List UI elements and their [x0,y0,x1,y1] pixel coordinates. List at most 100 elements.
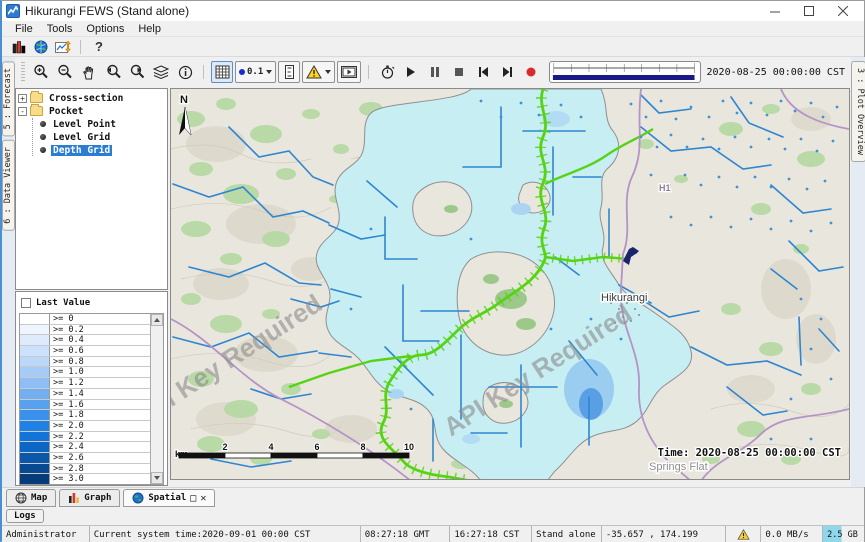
play-button[interactable] [400,61,422,83]
legend-row[interactable]: >= 3.0 [20,474,150,484]
status-user: Administrator [2,526,90,542]
timer-icon[interactable] [376,61,398,83]
minimize-button[interactable] [758,2,792,20]
legend-row[interactable]: >= 2.6 [20,453,150,464]
tree-item-level-grid[interactable]: Level Grid [37,131,165,143]
record-button[interactable] [520,61,542,83]
tree-item-cross-section[interactable]: + Cross-section [18,92,165,104]
collapse-icon[interactable]: - [18,107,27,116]
bar-chart-icon [68,492,80,504]
legend-row[interactable]: >= 0.6 [20,346,150,357]
legend-color-swatch [20,346,50,356]
legend-row[interactable]: >= 1.6 [20,400,150,411]
tree-item-level-point[interactable]: Level Point [37,118,165,130]
status-mode: Stand alone [532,526,602,542]
tab-map[interactable]: Map [6,489,56,507]
logs-button[interactable]: Logs [6,509,44,523]
close-button[interactable] [826,2,860,20]
tree-item-label[interactable]: Cross-section [47,93,125,104]
legend-color-swatch [20,357,50,367]
legend-row[interactable]: >= 1.8 [20,410,150,421]
zoom-next-icon[interactable] [126,61,148,83]
tab-close-icon[interactable]: ✕ [200,493,206,504]
tree-item-pocket[interactable]: - Pocket [18,105,165,117]
legend-color-swatch [20,378,50,388]
legend-label: >= 1.4 [50,389,87,399]
legend-row[interactable]: >= 0.4 [20,335,150,346]
database-icon[interactable] [8,38,30,56]
svg-text:8: 8 [360,442,365,452]
scroll-up-icon[interactable] [151,314,163,326]
menu-options[interactable]: Options [79,23,131,35]
grid-layer-button[interactable] [211,61,233,83]
legend-row[interactable]: >= 2.2 [20,432,150,443]
tab-spatial[interactable]: Spatial □ ✕ [123,489,215,507]
legend-row[interactable]: >= 0 [20,314,150,325]
tab-spatial-label: Spatial [148,493,186,503]
legend-scrollbar[interactable] [150,314,163,484]
pause-button[interactable] [424,61,446,83]
maximize-button[interactable] [792,2,826,20]
help-button[interactable]: ? [87,39,111,54]
timeseries-chart-icon[interactable] [52,38,74,56]
road-label: H1 [659,183,671,193]
step-forward-button[interactable] [496,61,518,83]
legend-label: >= 0.8 [50,357,87,367]
legend-label: >= 0.6 [50,346,87,356]
folder-icon [30,106,43,116]
menu-help[interactable]: Help [131,23,168,35]
elevation-scale-button[interactable] [278,61,300,83]
tree-item-depth-grid[interactable]: Depth Grid [37,144,165,156]
wire-globe-icon [15,492,27,504]
last-value-label: Last Value [36,298,90,308]
tree-item-label[interactable]: Level Point [51,119,118,130]
menu-tools[interactable]: Tools [40,23,80,35]
tab-graph[interactable]: Graph [59,489,120,507]
chevron-down-icon [266,70,272,74]
legend-row[interactable]: >= 1.4 [20,389,150,400]
legend-table: >= 0 >= 0.2 >= 0.4 >= 0.6 >= 0.8 >= 1.0 … [19,313,164,485]
tab-float-icon[interactable]: □ [190,493,196,504]
legend-row[interactable]: >= 0.2 [20,325,150,336]
legend-label: >= 2.8 [50,464,87,474]
legend-row[interactable]: >= 2.8 [20,464,150,475]
right-tab-strip: 3 : Plot Overview [851,57,865,487]
last-value-checkbox[interactable] [21,298,31,308]
status-bar: Administrator Current system time:2020-0… [2,525,864,542]
zoom-previous-icon[interactable] [102,61,124,83]
pan-hand-icon[interactable] [78,61,100,83]
info-icon[interactable] [174,61,196,83]
toolbar-grip[interactable] [21,62,25,82]
tree-item-label-selected[interactable]: Depth Grid [51,145,112,156]
menu-bar: File Tools Options Help [2,21,864,37]
time-slider[interactable] [549,61,700,83]
zoom-in-icon[interactable] [30,61,52,83]
legend-row[interactable]: >= 0.8 [20,357,150,368]
warning-layer-dropdown[interactable] [302,61,335,83]
tab-data-viewer[interactable]: 6 : Data Viewer [2,140,15,231]
tab-plot-overview[interactable]: 3 : Plot Overview [851,61,865,162]
tree-item-label[interactable]: Level Grid [51,132,112,143]
last-value-option[interactable]: Last Value [19,295,164,311]
legend-row[interactable]: >= 1.0 [20,367,150,378]
zoom-out-icon[interactable] [54,61,76,83]
stop-button[interactable] [448,61,470,83]
legend-row[interactable]: >= 2.4 [20,442,150,453]
scroll-down-icon[interactable] [151,472,163,484]
status-system-time: Current system time:2020-09-01 00:00 CST [90,526,361,542]
tab-forecast[interactable]: 5 : Forecast [2,61,15,136]
status-warning-icon[interactable] [726,526,761,542]
tree-item-label[interactable]: Pocket [47,106,85,117]
animation-button[interactable] [337,61,361,83]
map-viewport[interactable]: API Key Required API Key Required Hikura… [170,88,850,480]
contour-interval-dropdown[interactable]: 0.1 [235,61,276,83]
legend-row[interactable]: >= 2.0 [20,421,150,432]
layer-tree: + Cross-section - Pocket Level Point [15,88,168,290]
legend-row[interactable]: >= 1.2 [20,378,150,389]
globe-icon[interactable] [30,38,52,56]
layers-icon[interactable] [150,61,172,83]
step-back-button[interactable] [472,61,494,83]
status-memory: 2.5 GB [823,526,864,542]
expand-icon[interactable]: + [18,94,27,103]
menu-file[interactable]: File [8,23,40,35]
